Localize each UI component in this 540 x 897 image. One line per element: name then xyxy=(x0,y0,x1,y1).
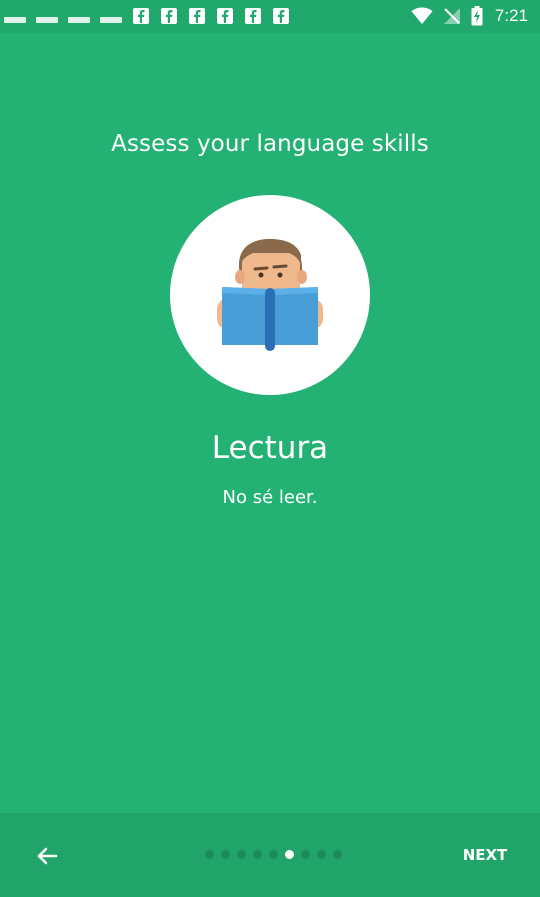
notification-bar-icon xyxy=(4,17,26,23)
facebook-icon xyxy=(161,8,177,24)
notification-bar-icon xyxy=(100,17,122,23)
person-reading-book-icon xyxy=(170,195,370,395)
page-dot xyxy=(253,850,262,859)
battery-charging-icon xyxy=(471,6,483,26)
no-signal-icon xyxy=(443,8,460,24)
page-dot xyxy=(221,850,230,859)
next-button[interactable]: NEXT xyxy=(455,846,515,864)
page-dot-active xyxy=(285,850,294,859)
bottom-navigation: NEXT xyxy=(0,813,540,897)
lesson-title: Lectura xyxy=(211,430,329,466)
facebook-icon xyxy=(273,8,289,24)
notification-bar-icon xyxy=(36,17,58,23)
facebook-icon xyxy=(189,8,205,24)
page-dot xyxy=(237,850,246,859)
facebook-icon xyxy=(245,8,261,24)
notification-bar-icon xyxy=(68,17,90,23)
status-bar: 7:21 xyxy=(0,0,540,33)
wifi-icon xyxy=(411,7,433,24)
page-dot xyxy=(317,850,326,859)
page-dot xyxy=(205,850,214,859)
facebook-icon xyxy=(133,8,149,24)
arrow-left-icon xyxy=(37,847,58,865)
page-dot xyxy=(269,850,278,859)
facebook-icon xyxy=(217,8,233,24)
lesson-subtitle: No sé leer. xyxy=(222,487,318,508)
page-indicator xyxy=(205,850,342,859)
page-dot xyxy=(301,850,310,859)
back-button[interactable] xyxy=(30,839,64,873)
page-heading: Assess your language skills xyxy=(111,131,429,157)
clock-time: 7:21 xyxy=(494,6,528,25)
system-icons: 7:21 xyxy=(411,6,528,26)
notification-icons xyxy=(4,7,290,25)
page-dot xyxy=(333,850,342,859)
